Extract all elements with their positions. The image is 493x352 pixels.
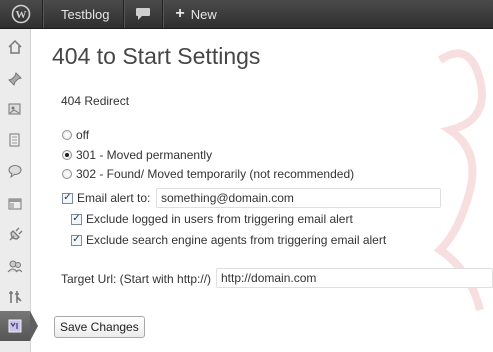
target-url-input[interactable] — [216, 268, 493, 288]
email-alert-input[interactable] — [156, 188, 441, 208]
admin-bar: W Testblog + New — [0, 0, 493, 29]
radio-off-option[interactable]: off — [62, 128, 89, 142]
tools-icon[interactable] — [3, 285, 27, 309]
dashboard-icon[interactable] — [3, 35, 27, 59]
email-alert-checkbox[interactable]: ✓ — [62, 192, 73, 204]
radio-off-label: off — [76, 128, 90, 142]
new-content-button[interactable]: + New — [163, 0, 226, 28]
exclude-search-engines-label: Exclude search engine agents from trigge… — [86, 233, 387, 247]
plugins-icon[interactable] — [3, 223, 27, 247]
appearance-icon[interactable] — [3, 192, 27, 216]
media-icon[interactable] — [3, 97, 27, 121]
comment-bubble-icon — [136, 8, 151, 20]
comments-icon[interactable] — [3, 159, 27, 183]
exclude-logged-in-option[interactable]: ✓ Exclude logged in users from triggerin… — [71, 212, 353, 226]
radio-301-label: 301 - Moved permanently — [76, 148, 213, 162]
exclude-search-engines-option[interactable]: ✓ Exclude search engine agents from trig… — [71, 233, 386, 247]
radio-302-label: 302 - Found/ Moved temporarily (not reco… — [76, 167, 355, 181]
section-label: 404 Redirect — [61, 94, 130, 108]
main-content: 404 to Start Settings 404 Redirect off 3… — [52, 29, 493, 352]
exclude-logged-in-checkbox[interactable]: ✓ — [71, 213, 82, 225]
site-name-link[interactable]: Testblog — [43, 0, 125, 28]
svg-text:W: W — [16, 9, 27, 21]
settings-icon[interactable] — [0, 311, 38, 341]
page-title: 404 to Start Settings — [52, 43, 261, 69]
site-name-label: Testblog — [61, 6, 110, 22]
target-url-label: Target Url: (Start with http://) — [61, 272, 212, 286]
users-icon[interactable] — [3, 254, 27, 278]
radio-301-option[interactable]: 301 - Moved permanently — [62, 148, 212, 162]
radio-301[interactable] — [62, 150, 72, 160]
save-changes-button[interactable]: Save Changes — [54, 316, 145, 338]
plus-icon: + — [175, 5, 185, 22]
exclude-search-engines-checkbox[interactable]: ✓ — [71, 234, 82, 246]
wordpress-logo-icon[interactable]: W — [0, 0, 43, 28]
pages-icon[interactable] — [3, 128, 27, 152]
radio-302[interactable] — [62, 169, 72, 179]
admin-sidebar — [0, 29, 38, 352]
active-menu-arrow — [30, 311, 38, 341]
radio-off[interactable] — [62, 130, 72, 140]
exclude-logged-in-label: Exclude logged in users from triggering … — [86, 212, 353, 226]
email-alert-label: Email alert to: — [77, 191, 151, 205]
radio-302-option[interactable]: 302 - Found/ Moved temporarily (not reco… — [62, 167, 354, 181]
new-label: New — [190, 6, 217, 22]
pin-icon[interactable] — [3, 67, 27, 91]
comments-link[interactable] — [124, 0, 164, 28]
email-alert-option[interactable]: ✓ Email alert to: — [62, 191, 150, 205]
